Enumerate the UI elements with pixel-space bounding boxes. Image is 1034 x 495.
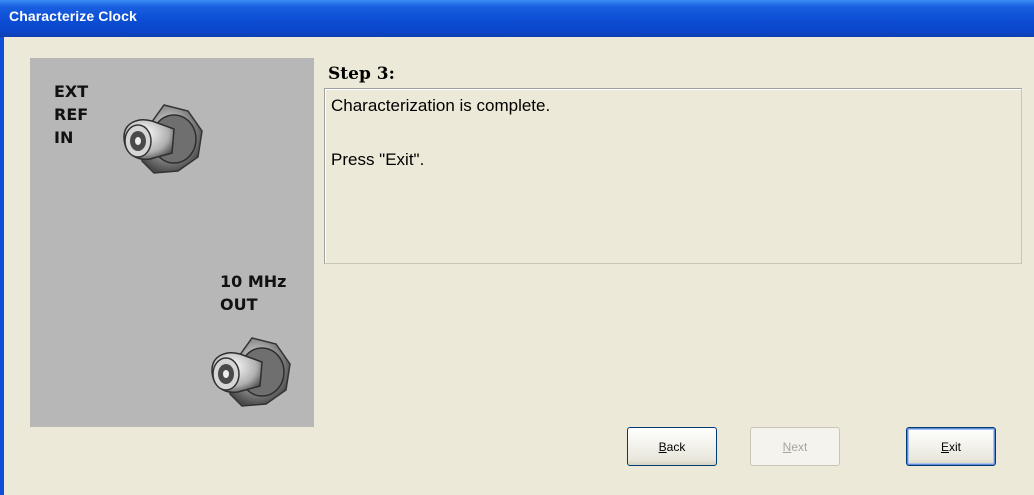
next-mnemonic: N <box>782 439 792 454</box>
back-button[interactable]: Back <box>627 427 717 466</box>
exit-label: xit <box>949 439 961 454</box>
bnc-connector-icon <box>123 104 203 174</box>
next-button[interactable]: Next <box>750 427 840 466</box>
instruction-text: Press "Exit". <box>331 150 425 169</box>
next-label: ext <box>791 439 808 454</box>
bnc-connector-icon <box>211 337 291 407</box>
back-label: ack <box>666 439 686 454</box>
exit-mnemonic: E <box>940 439 949 454</box>
back-mnemonic: B <box>658 439 667 454</box>
connector-diagram: EXT REF IN 10 MHz OUT <box>30 58 314 427</box>
exit-button[interactable]: Exit <box>906 427 996 466</box>
window-title: Characterize Clock <box>9 8 137 24</box>
status-text: Characterization is complete. <box>331 96 551 115</box>
instruction-text-box: Characterization is complete. Press "Exi… <box>324 88 1022 264</box>
title-bar[interactable]: Characterize Clock <box>0 0 1034 37</box>
characterize-clock-dialog: Characterize Clock EXT REF IN 10 MHz OUT… <box>0 0 1034 495</box>
10mhz-out-label: 10 MHz OUT <box>220 272 287 314</box>
step-title: Step 3: <box>328 64 395 84</box>
ext-ref-in-label: EXT REF IN <box>54 82 89 147</box>
